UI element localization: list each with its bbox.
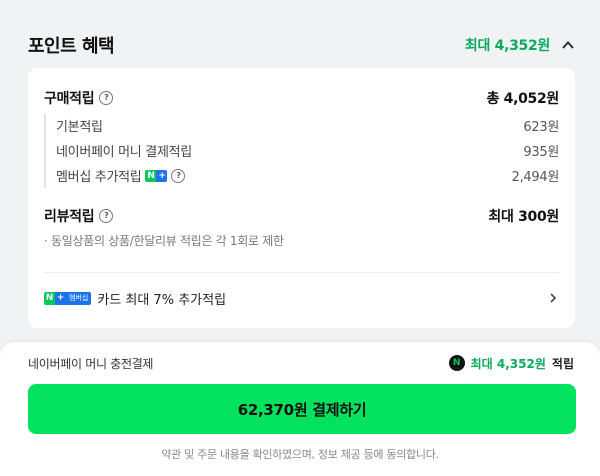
payment-max-points: 최대 4,352원	[470, 356, 546, 371]
section-title: 포인트 혜택	[28, 36, 115, 57]
question-circle-icon[interactable]: ?	[171, 168, 186, 183]
chevron-up-icon	[562, 41, 574, 49]
pay-button[interactable]: 62,370원 결제하기	[28, 384, 576, 434]
collapse-toggle[interactable]: 최대 4,352원	[465, 35, 576, 55]
payment-method-row: 네이버페이 머니 충전결제 N 최대 4,352원 적립	[28, 354, 574, 372]
payment-points-suffix: 적립	[551, 356, 574, 371]
purchase-breakdown: 기본적립 623원 네이버페이 머니 결제적립 935원 멤버십 추가적립 N …	[44, 114, 559, 188]
review-points-row: 리뷰적립 ? 최대 300원	[44, 206, 559, 226]
terms-agreement: 약관 및 주문 내용을 확인하였으며, 정보 제공 등에 동의합니다.	[161, 448, 439, 461]
naver-n-icon: N	[145, 169, 157, 182]
breakdown-value: 935원	[523, 145, 559, 160]
breakdown-value: 623원	[523, 120, 559, 135]
plus-icon: +	[55, 291, 66, 305]
membership-badge-text: 멤버십	[66, 291, 92, 305]
chevron-right-icon	[550, 293, 557, 303]
review-note: · 동일상품의 상품/한달리뷰 적립은 각 1회로 제한	[44, 234, 284, 248]
payment-method-label: 네이버페이 머니 충전결제	[28, 356, 154, 371]
naver-n-icon: N	[44, 291, 55, 305]
breakdown-item: 멤버십 추가적립 N + ? 2,494원	[56, 166, 559, 185]
breakdown-item: 기본적립 623원	[56, 116, 559, 135]
breakdown-item: 네이버페이 머니 결제적립 935원	[56, 141, 559, 160]
purchase-points-label: 구매적립	[44, 91, 95, 107]
breakdown-value: 2,494원	[511, 170, 560, 185]
divider	[44, 272, 559, 273]
review-points-value: 최대 300원	[488, 209, 559, 225]
review-points-label: 리뷰적립	[44, 209, 95, 225]
card-benefit-row[interactable]: N + 멤버십 카드 최대 7% 추가적립	[44, 286, 559, 310]
points-card: 구매적립 ? 총 4,052원 기본적립 623원 네이버페이 머니 결제적립 …	[28, 68, 575, 328]
breakdown-label: 네이버페이 머니 결제적립	[56, 145, 192, 160]
card-benefit-label: 카드 최대 7% 추가적립	[97, 292, 227, 308]
breakdown-label: 멤버십 추가적립	[56, 170, 142, 185]
breakdown-label: 기본적립	[56, 120, 103, 135]
points-benefit-header: 포인트 혜택 최대 4,352원	[28, 30, 576, 60]
purchase-points-row: 구매적립 ? 총 4,052원	[44, 88, 559, 108]
question-circle-icon[interactable]: ?	[99, 209, 114, 223]
membership-badge: N + 멤버십	[44, 291, 92, 305]
plus-icon: +	[156, 169, 168, 182]
payment-footer: 네이버페이 머니 충전결제 N 최대 4,352원 적립 62,370원 결제하…	[0, 342, 600, 476]
naver-pay-icon: N	[448, 355, 465, 371]
question-circle-icon[interactable]: ?	[99, 91, 114, 105]
purchase-points-total: 총 4,052원	[486, 91, 559, 107]
membership-badge: N +	[145, 169, 168, 182]
max-points-label: 최대 4,352원	[464, 38, 550, 54]
